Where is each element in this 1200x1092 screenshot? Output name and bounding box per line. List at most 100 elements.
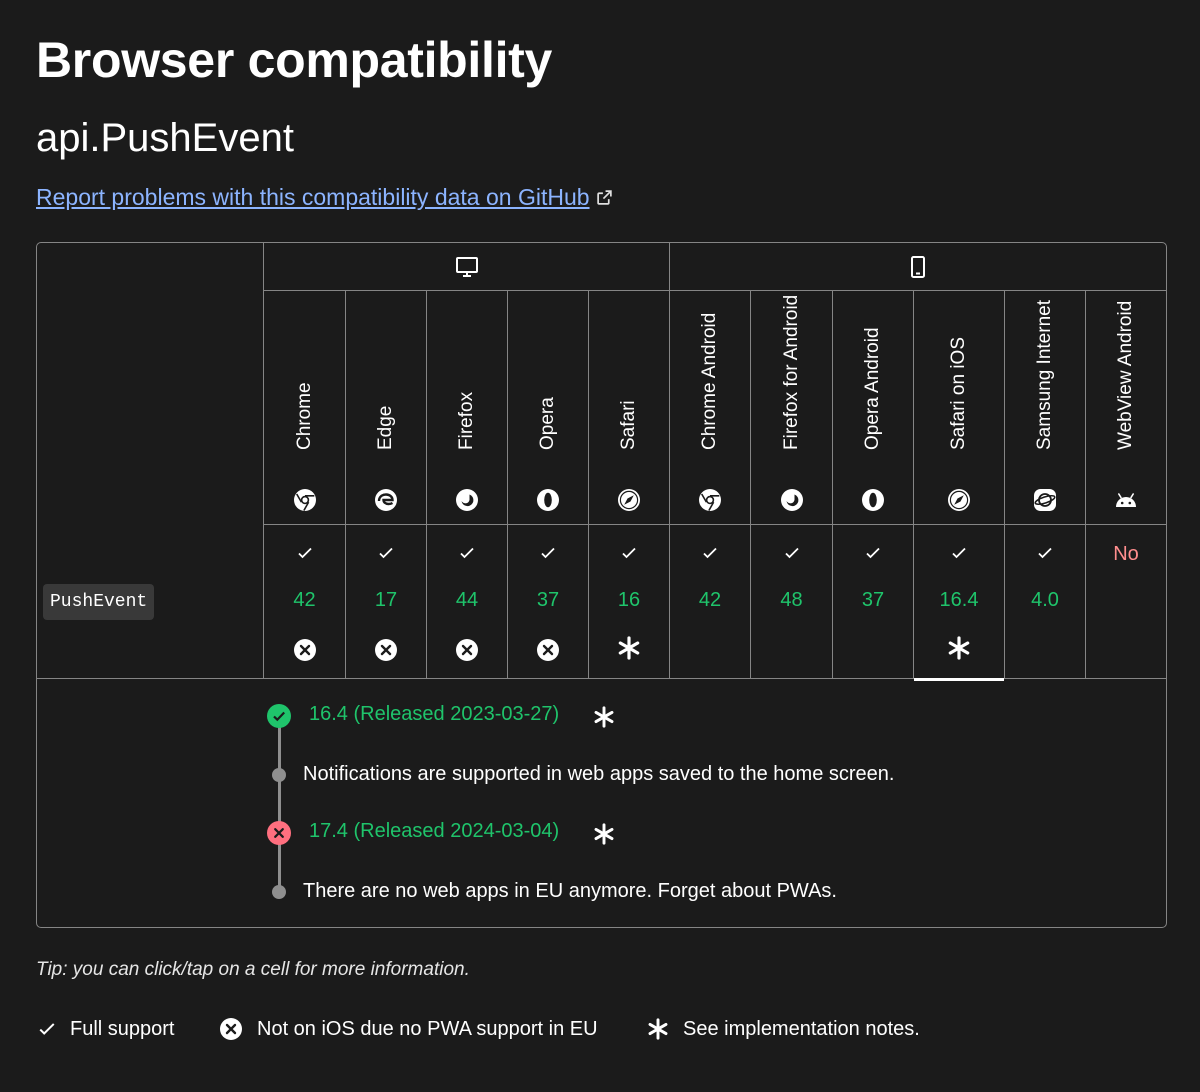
version-added: 4.0 (1031, 589, 1059, 611)
browser-header-firefox-for-android: Firefox for Android (751, 291, 832, 524)
browser-name: Firefox for Android (780, 294, 802, 450)
timeline-version: 17.4 (Released 2024-03-04) (309, 820, 560, 842)
check-icon (378, 545, 394, 561)
browser-name: Opera (537, 397, 558, 450)
x-circle-icon (293, 638, 317, 662)
support-cell-samsung-internet[interactable]: 4.0 (1005, 525, 1085, 679)
asterisk-icon (617, 636, 641, 660)
browser-header-firefox: Firefox (427, 291, 507, 524)
legend-see-notes-label: See implementation notes. (683, 1018, 920, 1040)
check-icon (1037, 545, 1053, 561)
support-cell-chrome-android[interactable]: 42 (670, 525, 750, 679)
opera-icon (861, 488, 885, 512)
timeline-line (278, 715, 281, 895)
page-title: Browser compatibility (36, 32, 553, 88)
version-added: 42 (293, 589, 316, 611)
browser-name: Samsung Internet (1034, 300, 1055, 450)
asterisk-icon (648, 1018, 668, 1040)
legend-not-on-ios: Not on iOS due no PWA support in EU (219, 1015, 598, 1043)
safari-icon (617, 488, 641, 512)
support-cell-firefox-for-android[interactable]: 48 (751, 525, 832, 679)
x-circle-icon (455, 638, 479, 662)
browser-name: Edge (375, 405, 396, 450)
compat-table: PushEvent Chrome 42 Edge 17 Firefox 44 Opera 37… (36, 242, 1167, 928)
timeline-note-dot (272, 885, 286, 899)
check-icon (621, 545, 637, 561)
version-added: 37 (536, 589, 560, 611)
chrome-icon (698, 488, 722, 512)
check-circle-icon (267, 704, 291, 728)
x-circle-icon (536, 638, 560, 662)
external-link-icon (596, 181, 613, 215)
browser-header-chrome-android: Chrome Android (670, 291, 750, 524)
page-subtitle: api.PushEvent (36, 116, 294, 160)
android-icon (1114, 488, 1138, 512)
legend-not-on-ios-label: Not on iOS due no PWA support in EU (257, 1018, 598, 1040)
support-cell-opera[interactable]: 37 (508, 525, 588, 679)
version-added: 17 (374, 589, 398, 611)
check-icon (702, 545, 718, 561)
browser-name: WebView Android (1115, 300, 1136, 450)
support-cell-webview-android[interactable]: No (1086, 525, 1166, 679)
desktop-icon (264, 243, 669, 290)
browser-header-edge: Edge (346, 291, 426, 524)
active-cell-indicator (914, 678, 1004, 681)
asterisk-icon (593, 706, 615, 728)
opera-icon (536, 488, 560, 512)
version-added: 37 (861, 589, 885, 611)
report-problems-link-text: Report problems with this compatibility … (36, 184, 590, 210)
no-support-label: No (1113, 543, 1139, 565)
check-icon (951, 545, 967, 561)
x-circle-icon (374, 638, 398, 662)
timeline-note: There are no web apps in EU anymore. For… (303, 880, 837, 902)
timeline-note-dot (272, 768, 286, 782)
version-added: 48 (780, 589, 803, 611)
browser-header-opera-android: Opera Android (833, 291, 913, 524)
timeline-note: Notifications are supported in web apps … (303, 763, 895, 785)
x-circle-icon (220, 1018, 242, 1040)
mobile-icon (670, 243, 1166, 290)
tip-text: Tip: you can click/tap on a cell for mor… (36, 959, 470, 980)
browser-header-opera: Opera (508, 291, 588, 524)
firefox-icon (780, 488, 804, 512)
browser-name: Firefox (456, 391, 477, 450)
browser-header-safari: Safari (589, 291, 669, 524)
feature-name-pushevent[interactable]: PushEvent (43, 584, 155, 620)
chrome-icon (293, 488, 317, 512)
legend-full-support: Full support (38, 1015, 175, 1043)
browser-header-samsung-internet: Samsung Internet (1005, 291, 1085, 524)
check-icon (459, 545, 475, 561)
browser-header-chrome: Chrome (264, 291, 345, 524)
firefox-icon (455, 488, 479, 512)
support-cell-edge[interactable]: 17 (346, 525, 426, 679)
asterisk-icon (593, 823, 615, 845)
browser-name: Safari on iOS (948, 337, 969, 450)
check-icon (297, 545, 313, 561)
browser-header-safari-on-ios: Safari on iOS (914, 291, 1004, 524)
support-cell-opera-android[interactable]: 37 (833, 525, 913, 679)
support-cell-firefox[interactable]: 44 (427, 525, 507, 679)
browser-header-webview-android: WebView Android (1086, 291, 1166, 524)
version-added: 16 (617, 589, 641, 611)
check-icon (865, 545, 881, 561)
legend-see-notes: See implementation notes. (647, 1015, 920, 1043)
timeline-version: 16.4 (Released 2023-03-27) (309, 703, 560, 725)
version-added: 44 (455, 589, 479, 611)
samsung-internet-icon (1033, 488, 1057, 512)
support-cell-safari[interactable]: 16 (589, 525, 669, 679)
version-added: 42 (698, 589, 722, 611)
support-cell-chrome[interactable]: 42 (264, 525, 345, 679)
report-problems-link[interactable]: Report problems with this compatibility … (36, 180, 613, 215)
support-cell-safari-on-ios[interactable]: 16.4 (914, 525, 1004, 681)
browser-name: Safari (618, 400, 639, 450)
x-circle-red-icon (267, 821, 291, 845)
browser-name: Chrome Android (699, 312, 720, 450)
check-icon (784, 545, 800, 561)
check-icon (540, 545, 556, 561)
safari-icon (947, 488, 971, 512)
browser-name: Opera Android (862, 327, 883, 450)
version-added: 16.4 (939, 589, 979, 611)
check-icon (39, 1023, 55, 1035)
edge-icon (374, 488, 398, 512)
asterisk-icon (947, 636, 971, 660)
